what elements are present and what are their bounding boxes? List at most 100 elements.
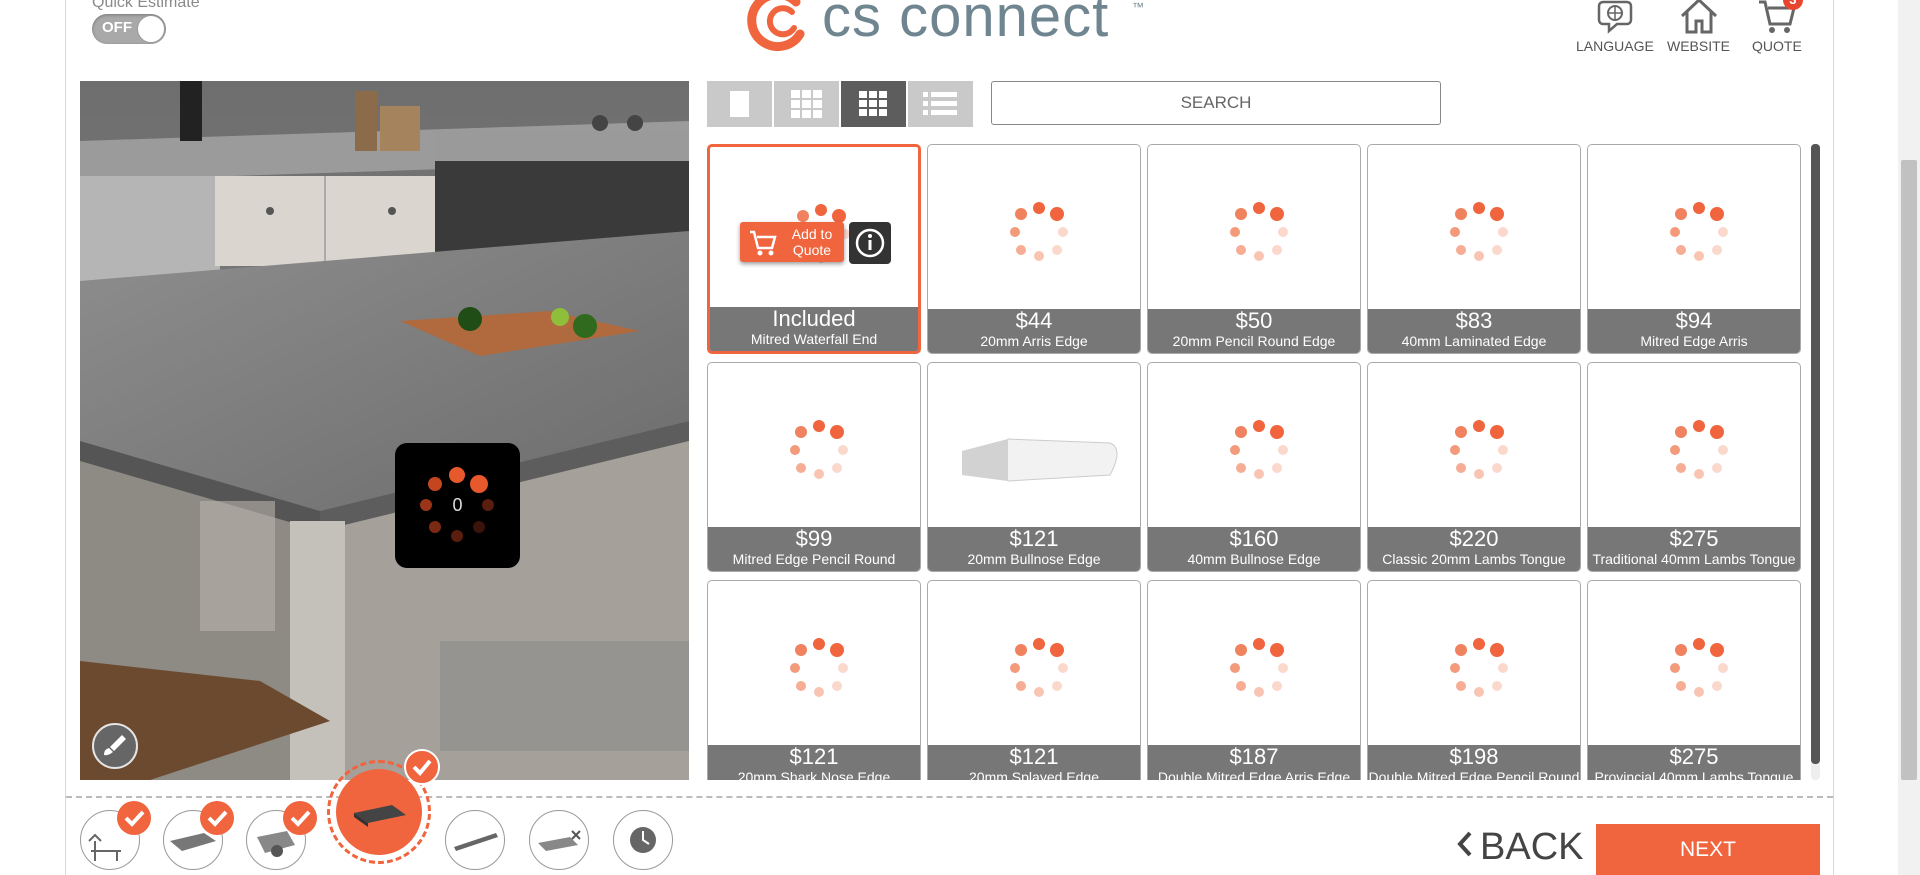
product-price: $121 [1009, 744, 1059, 769]
view-single-button[interactable] [707, 81, 772, 127]
loading-spinner-icon [1450, 420, 1508, 479]
info-button[interactable] [849, 222, 891, 264]
product-caption: $160 40mm Bullnose Edge [1148, 527, 1360, 571]
product-caption: $187 Double Mitred Edge Arris Edge [1148, 745, 1360, 780]
bullnose-edge-image [962, 438, 1118, 482]
step-cutouts[interactable] [529, 810, 589, 870]
back-button[interactable]: BACK [1454, 826, 1583, 869]
product-price: $220 [1449, 526, 1499, 551]
product-card[interactable]: $220 Classic 20mm Lambs Tongue [1367, 362, 1581, 572]
product-card[interactable]: $44 20mm Arris Edge [927, 144, 1141, 354]
step-edge-profile-active[interactable] [327, 749, 440, 864]
info-icon [855, 228, 885, 258]
step-splashback[interactable] [445, 810, 505, 870]
product-name: 20mm Arris Edge [980, 333, 1088, 349]
product-card[interactable]: $99 Mitred Edge Pencil Round [707, 362, 921, 572]
loading-overlay: 0 [395, 443, 520, 568]
grid-small-icon [791, 90, 822, 118]
loading-spinner-icon [790, 638, 848, 697]
product-price: $275 [1669, 526, 1719, 551]
language-button[interactable]: LANGUAGE [1576, 0, 1654, 54]
product-card[interactable]: $275 Provincial 40mm Lambs Tongue [1587, 580, 1801, 780]
view-list-button[interactable] [908, 81, 973, 127]
product-card[interactable]: $187 Double Mitred Edge Arris Edge [1147, 580, 1361, 780]
product-price: $275 [1669, 744, 1719, 769]
product-grid: Add to Quote Included Mitred Waterfall End… [707, 144, 1805, 780]
quote-button[interactable]: 3 QUOTE [1752, 0, 1803, 54]
product-card[interactable]: $198 Double Mitred Edge Pencil Round [1367, 580, 1581, 780]
loading-spinner-icon [1450, 638, 1508, 697]
website-button[interactable]: WEBSITE [1667, 0, 1730, 54]
product-card[interactable]: Add to Quote Included Mitred Waterfall End [707, 144, 921, 354]
product-card[interactable]: $121 20mm Shark Nose Edge [707, 580, 921, 780]
kitchen-scene-image [80, 81, 689, 780]
product-price: $121 [789, 744, 839, 769]
frame-border-right [1833, 0, 1834, 875]
product-price: $160 [1229, 526, 1279, 551]
step-material[interactable] [246, 801, 317, 870]
single-view-icon [730, 91, 749, 117]
step-benchtop[interactable] [163, 801, 234, 870]
product-name: Double Mitred Edge Pencil Round [1368, 769, 1580, 780]
product-card[interactable]: $121 20mm Splayed Edge [927, 580, 1141, 780]
saw-icon [454, 833, 498, 851]
product-name: 40mm Laminated Edge [1401, 333, 1547, 349]
quick-estimate-toggle[interactable]: OFF [92, 14, 166, 44]
product-card[interactable]: $160 40mm Bullnose Edge [1147, 362, 1361, 572]
view-mode-toolbar [707, 81, 975, 127]
checkmark-icon [290, 810, 311, 827]
toggle-state-text: OFF [102, 19, 132, 36]
view-grid-small-button[interactable] [774, 81, 839, 127]
step-summary[interactable] [613, 810, 673, 870]
chevron-left-icon [1457, 831, 1472, 857]
grid-scrollbar-thumb[interactable] [1811, 144, 1820, 764]
checkmark-icon [124, 810, 145, 827]
product-caption: $121 20mm Splayed Edge [928, 745, 1140, 780]
product-caption: $198 Double Mitred Edge Pencil Round [1368, 745, 1580, 780]
checkmark-icon [412, 759, 432, 776]
add-to-quote-button[interactable]: Add to Quote [740, 222, 844, 262]
paint-brush-button[interactable] [92, 723, 138, 769]
search-input[interactable]: SEARCH [991, 81, 1441, 125]
grid-scrollbar[interactable] [1811, 144, 1820, 780]
logo-trademark: ™ [1132, 0, 1144, 14]
product-caption: $83 40mm Laminated Edge [1368, 309, 1580, 353]
loading-spinner-icon [1670, 638, 1728, 697]
clock-icon [630, 827, 656, 853]
cart-icon [750, 230, 777, 256]
product-card[interactable]: $121 20mm Bullnose Edge [927, 362, 1141, 572]
product-name: 20mm Bullnose Edge [967, 551, 1101, 567]
view-grid-large-button[interactable] [841, 81, 906, 127]
product-card[interactable]: $50 20mm Pencil Round Edge [1147, 144, 1361, 354]
step-complete-check [117, 801, 151, 835]
loading-spinner-icon [1230, 202, 1288, 261]
product-name: Traditional 40mm Lambs Tongue [1592, 551, 1796, 567]
kitchen-preview[interactable]: 0 [80, 81, 689, 780]
quick-estimate-label: Quick Estimate [92, 0, 200, 11]
product-name: Double Mitred Edge Arris Edge [1157, 769, 1351, 780]
product-price: $44 [1015, 308, 1053, 333]
logo-wordmark: cs connect [822, 0, 1110, 49]
home-icon [1680, 0, 1717, 34]
loading-spinner-icon [1010, 202, 1068, 261]
product-card[interactable]: $94 Mitred Edge Arris [1587, 144, 1801, 354]
loading-spinner-icon [1230, 420, 1288, 479]
language-label: LANGUAGE [1576, 38, 1654, 54]
product-caption: Included Mitred Waterfall End [710, 307, 918, 351]
product-caption: $44 20mm Arris Edge [928, 309, 1140, 353]
page-scrollbar-thumb[interactable] [1901, 160, 1917, 780]
next-button[interactable]: NEXT [1596, 824, 1820, 875]
product-card[interactable]: $275 Traditional 40mm Lambs Tongue [1587, 362, 1801, 572]
loading-spinner-icon [1010, 638, 1068, 697]
loading-spinner-icon [1450, 202, 1508, 261]
product-price: $50 [1235, 308, 1273, 333]
loading-count: 0 [452, 495, 463, 515]
step-complete-check [283, 801, 317, 835]
logo-swirl-icon [747, 0, 805, 51]
list-icon [923, 92, 957, 115]
grid-large-icon [859, 91, 887, 116]
product-card[interactable]: $83 40mm Laminated Edge [1367, 144, 1581, 354]
page-scrollbar[interactable] [1898, 0, 1920, 875]
step-furniture[interactable] [80, 801, 151, 870]
product-price: $83 [1455, 308, 1493, 333]
